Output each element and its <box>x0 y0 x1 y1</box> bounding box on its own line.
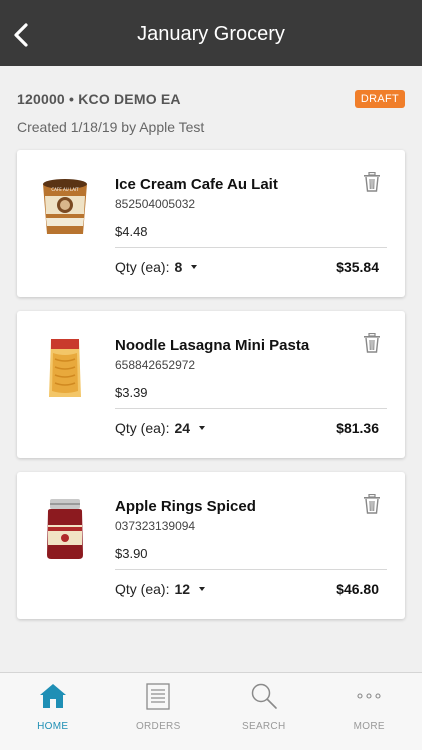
order-item-card[interactable]: Noodle Lasagna Mini Pasta 658842652972 $… <box>17 311 405 458</box>
tab-orders[interactable]: ORDERS <box>106 673 212 750</box>
order-item-card[interactable]: CAFE AU LAIT Ice Cream Cafe Au Lait 8525… <box>17 150 405 297</box>
quantity-value: 8 <box>174 259 183 275</box>
item-total: $46.80 <box>336 581 379 597</box>
quantity-value: 24 <box>174 420 191 436</box>
item-price: $3.90 <box>115 546 148 561</box>
ice-cream-pint-image: CAFE AU LAIT <box>35 172 95 242</box>
item-name: Apple Rings Spiced <box>115 498 256 515</box>
item-sku: 852504005032 <box>115 197 196 211</box>
order-item-card[interactable]: Apple Rings Spiced 037323139094 $3.90 Qt… <box>17 472 405 619</box>
status-badge: DRAFT <box>354 90 405 108</box>
item-name: Ice Cream Cafe Au Lait <box>115 176 278 193</box>
quantity-value: 12 <box>174 581 191 597</box>
page-title: January Grocery <box>137 22 285 45</box>
trash-icon <box>364 493 380 514</box>
caret-down-icon <box>199 587 206 591</box>
pasta-bag-image <box>35 333 95 403</box>
quantity-selector[interactable]: Qty (ea): 24 <box>115 420 206 436</box>
order-meta: 120000 • KCO DEMO EA DRAFT Created 1/18/… <box>17 88 405 135</box>
tab-label: HOME <box>37 721 69 732</box>
trash-icon <box>364 332 380 353</box>
chevron-left-icon <box>14 23 28 47</box>
app-header: January Grocery <box>0 0 422 66</box>
tab-home[interactable]: HOME <box>0 673 106 750</box>
back-button[interactable] <box>6 20 36 50</box>
caret-down-icon <box>199 426 206 430</box>
tab-search[interactable]: SEARCH <box>211 673 317 750</box>
quantity-selector[interactable]: Qty (ea): 12 <box>115 581 206 597</box>
tab-label: ORDERS <box>135 721 181 732</box>
divider <box>115 569 387 570</box>
divider <box>115 247 387 248</box>
quantity-selector[interactable]: Qty (ea): 8 <box>115 259 198 275</box>
tab-label: MORE <box>353 721 385 732</box>
apple-rings-jar-image <box>35 494 95 564</box>
quantity-label: Qty (ea): <box>115 581 170 597</box>
divider <box>115 408 387 409</box>
item-total: $81.36 <box>336 420 379 436</box>
trash-icon <box>364 171 380 192</box>
quantity-label: Qty (ea): <box>115 259 170 275</box>
delete-item-button[interactable] <box>363 332 381 353</box>
tab-label: SEARCH <box>242 721 286 732</box>
item-name: Noodle Lasagna Mini Pasta <box>115 337 310 354</box>
item-price: $4.48 <box>115 224 148 239</box>
item-sku: 037323139094 <box>115 519 196 533</box>
more-icon <box>357 693 381 699</box>
account-label: 120000 • KCO DEMO EA <box>17 91 181 107</box>
tab-more[interactable]: MORE <box>317 673 422 750</box>
home-icon <box>39 684 66 708</box>
tab-bar: HOME ORDERS SEARCH MORE <box>0 672 422 750</box>
order-item-list: CAFE AU LAIT Ice Cream Cafe Au Lait 8525… <box>17 150 405 633</box>
delete-item-button[interactable] <box>363 171 381 192</box>
search-icon <box>251 683 277 709</box>
item-total: $35.84 <box>336 259 379 275</box>
delete-item-button[interactable] <box>363 493 381 514</box>
svg-text:CAFE AU LAIT: CAFE AU LAIT <box>51 187 79 192</box>
item-sku: 658842652972 <box>115 358 196 372</box>
created-info: Created 1/18/19 by Apple Test <box>17 119 205 135</box>
orders-icon <box>146 683 170 710</box>
quantity-label: Qty (ea): <box>115 420 170 436</box>
item-price: $3.39 <box>115 385 148 400</box>
caret-down-icon <box>191 265 198 269</box>
